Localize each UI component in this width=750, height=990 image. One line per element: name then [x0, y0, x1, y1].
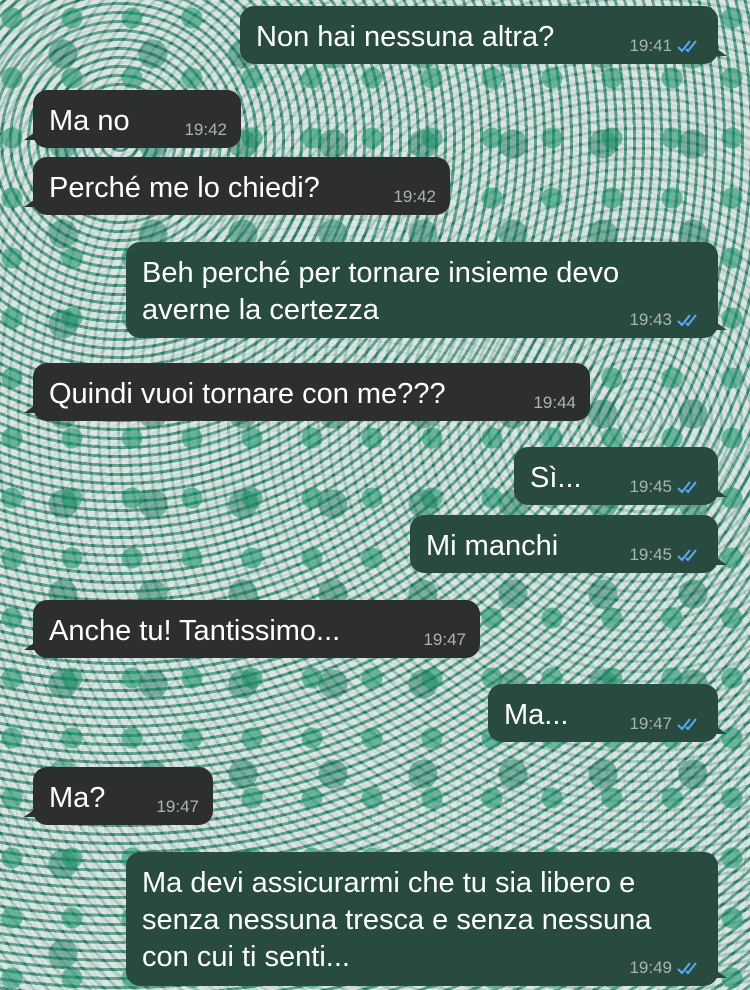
read-receipt-icon	[677, 314, 697, 327]
message-bubble-incoming[interactable]: Ma? 19:47	[24, 767, 213, 825]
message-text: Ma...	[504, 699, 569, 731]
message-text: Anche tu! Tantissimo...	[49, 615, 341, 647]
message-time: 19:41	[629, 36, 672, 55]
message-bubble-outgoing[interactable]: Ma... 19:47	[488, 684, 727, 742]
message-text: Sì...	[530, 462, 582, 494]
message-bubble-incoming[interactable]: Quindi vuoi tornare con me??? 19:44	[24, 363, 590, 421]
message-time: 19:47	[629, 714, 672, 733]
message-bubble-incoming[interactable]: Anche tu! Tantissimo... 19:47	[24, 600, 480, 658]
read-receipt-icon	[677, 549, 697, 562]
message-time: 19:45	[629, 545, 672, 564]
message-time: 19:43	[629, 310, 672, 329]
message-meta: 19:47	[629, 714, 704, 734]
message-meta: 19:43	[629, 310, 704, 330]
message-time: 19:45	[629, 477, 672, 496]
message-text: Perché me lo chiedi?	[49, 172, 320, 204]
message-meta: 19:44	[533, 393, 576, 413]
read-receipt-icon	[677, 481, 697, 494]
message-text: Quindi vuoi tornare con me???	[49, 378, 446, 410]
message-meta: 19:49	[629, 958, 704, 978]
message-bubble-outgoing[interactable]: Ma devi assicurarmi che tu sia libero e …	[126, 852, 727, 986]
read-receipt-icon	[677, 718, 697, 731]
message-text: Non hai nessuna altra?	[256, 21, 555, 53]
message-text: Ma no	[49, 105, 130, 137]
read-receipt-icon	[677, 40, 697, 53]
message-bubble-incoming[interactable]: Ma no 19:42	[24, 90, 241, 148]
message-time: 19:44	[533, 393, 576, 412]
message-text: Mi manchi	[426, 530, 559, 562]
message-time: 19:42	[184, 120, 227, 139]
message-time: 19:49	[629, 958, 672, 977]
message-text: Ma devi assicurarmi che tu sia libero e …	[142, 867, 652, 973]
message-bubble-outgoing[interactable]: Sì... 19:45	[514, 447, 727, 505]
message-time: 19:47	[423, 630, 466, 649]
message-text: Ma?	[49, 782, 106, 814]
message-meta: 19:42	[184, 120, 227, 140]
message-time: 19:47	[156, 797, 199, 816]
message-bubble-outgoing[interactable]: Non hai nessuna altra? 19:41	[240, 6, 727, 64]
message-bubble-incoming[interactable]: Perché me lo chiedi? 19:42	[24, 157, 450, 215]
message-meta: 19:45	[629, 477, 704, 497]
message-bubble-outgoing[interactable]: Mi manchi 19:45	[410, 515, 727, 573]
message-meta: 19:45	[629, 545, 704, 565]
message-meta: 19:47	[156, 797, 199, 817]
message-text: Beh perché per tornare insieme devo aver…	[142, 257, 620, 326]
message-time: 19:42	[393, 187, 436, 206]
message-meta: 19:42	[393, 187, 436, 207]
message-bubble-outgoing[interactable]: Beh perché per tornare insieme devo aver…	[126, 242, 727, 338]
message-meta: 19:41	[629, 36, 704, 56]
message-meta: 19:47	[423, 630, 466, 650]
read-receipt-icon	[677, 962, 697, 975]
